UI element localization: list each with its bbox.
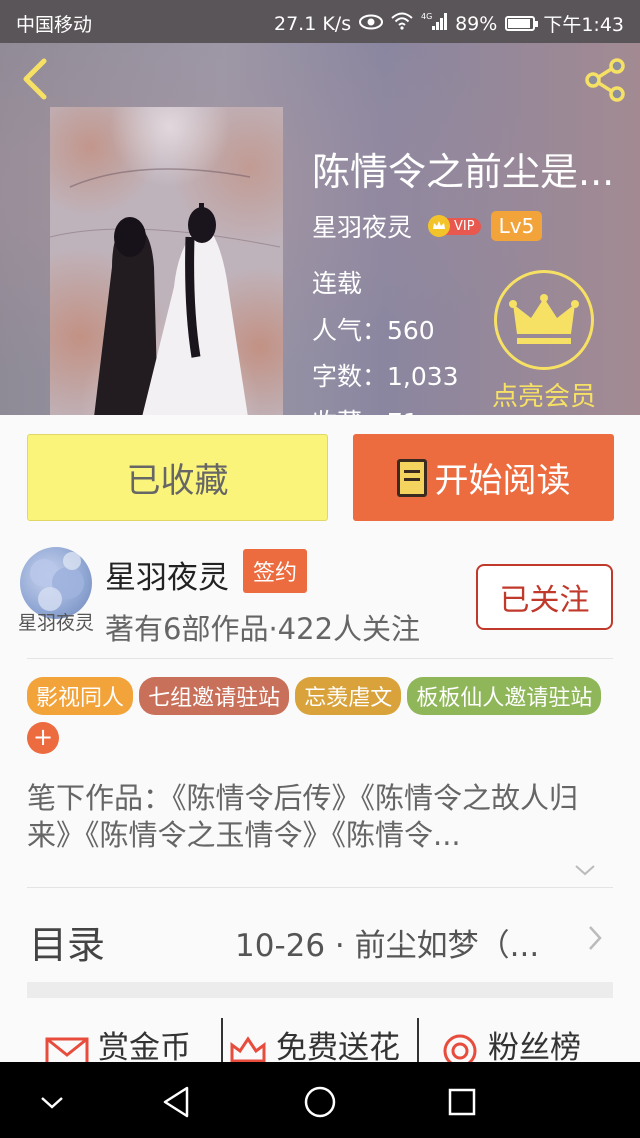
battery-icon <box>505 16 539 31</box>
author-name[interactable]: 星羽夜灵 <box>105 552 229 597</box>
clock: 下午1:43 <box>543 14 624 36</box>
book-cover[interactable] <box>50 107 283 415</box>
start-reading-button[interactable]: 开始阅读 <box>353 434 614 521</box>
home-circle-icon <box>304 1086 336 1118</box>
author-row: 星羽夜灵 VIP Lv5 <box>312 208 543 244</box>
crown-icon <box>494 270 594 370</box>
eye-icon <box>359 13 384 35</box>
vip-label: VIP <box>446 217 481 235</box>
network-speed: 27.1 K/s <box>273 12 352 35</box>
start-reading-label: 开始阅读 <box>434 461 571 501</box>
share-icon <box>585 58 625 102</box>
nav-recents-button[interactable] <box>442 1082 482 1122</box>
level-badge: Lv5 <box>490 211 543 241</box>
status-right: 27.1 K/s 4G 89% 下午1:43 <box>274 10 624 37</box>
back-button[interactable] <box>18 57 54 101</box>
vip-crown-icon <box>428 215 451 237</box>
fans-ranking-label: 粉丝榜 <box>488 1030 581 1062</box>
square-recents-icon <box>448 1088 476 1116</box>
vip-badge: VIP <box>428 215 481 237</box>
carrier-name: 中国移动 <box>16 14 93 36</box>
word-count: 字数：1,033 <box>312 362 459 391</box>
back-icon <box>23 58 47 100</box>
signal-icon: 4G <box>421 11 448 36</box>
toc-title: 目录 <box>29 923 106 967</box>
book-header: 陈情令之前尘是... 星羽夜灵 VIP Lv5 连载 人气：560 字数：1,0… <box>0 43 640 415</box>
serial-status: 连载 <box>312 269 363 298</box>
vip-member-label: 点亮会员 <box>491 382 596 412</box>
network-type: 4G <box>421 12 432 21</box>
battery-percent: 89% <box>455 12 498 35</box>
separator <box>417 1018 419 1062</box>
system-nav-bar <box>0 1062 640 1138</box>
latest-chapter: 10-26 · 前尘如梦（... <box>235 928 540 964</box>
send-flowers-button[interactable]: 免费送花 <box>228 1022 400 1062</box>
add-tag-button[interactable]: + <box>27 722 59 754</box>
vip-member-button[interactable]: 点亮会员 <box>490 270 598 413</box>
bottom-actions: 赏金币 免费送花 粉丝榜 <box>0 1000 640 1062</box>
nav-hide-button[interactable] <box>32 1082 72 1122</box>
favorites-count: 收藏：71 <box>312 403 419 415</box>
target-icon <box>443 1034 477 1062</box>
separator <box>221 1018 223 1062</box>
avatar-caption: 星羽夜灵 <box>18 612 95 634</box>
popularity: 人气：560 <box>312 316 435 345</box>
reward-coins-button[interactable]: 赏金币 <box>44 1022 191 1062</box>
nav-home-button[interactable] <box>300 1082 340 1122</box>
battery-fill <box>508 19 530 28</box>
status-bar: 中国移动 27.1 K/s 4G 89% 下午1:43 <box>0 0 640 43</box>
flower-icon <box>230 1035 266 1062</box>
table-of-contents-row[interactable]: 目录 10-26 · 前尘如梦（... <box>27 890 613 984</box>
author-stats: 著有6部作品·422人关注 <box>105 612 421 646</box>
divider <box>27 658 613 659</box>
fans-ranking-button[interactable]: 粉丝榜 <box>440 1022 581 1062</box>
action-buttons: 已收藏 开始阅读 <box>0 415 640 535</box>
reward-coins-label: 赏金币 <box>98 1030 191 1062</box>
tag-item[interactable]: 板板仙人邀请驻站 <box>407 677 602 715</box>
coin-envelope-icon <box>45 1037 89 1062</box>
book-icon <box>396 458 427 497</box>
triangle-back-icon <box>163 1086 189 1118</box>
cover-illustration <box>50 107 283 415</box>
nav-back-button[interactable] <box>157 1082 197 1122</box>
tag-list: 影视同人 七组邀请驻站 忘羡虐文 板板仙人邀请驻站 + <box>27 677 617 754</box>
tag-item[interactable]: 七组邀请驻站 <box>139 677 290 715</box>
section-gap <box>27 982 613 998</box>
book-title: 陈情令之前尘是... <box>312 150 615 194</box>
send-flowers-label: 免费送花 <box>276 1030 400 1062</box>
chevron-down-icon[interactable] <box>573 860 597 880</box>
favorited-button[interactable]: 已收藏 <box>27 434 328 521</box>
author-works: 笔下作品：《陈情令后传》《陈情令之故人归来》《陈情令之玉情令》《陈情令... <box>27 781 579 852</box>
follow-button[interactable]: 已关注 <box>476 564 613 630</box>
wifi-icon <box>391 12 413 35</box>
header-author-name[interactable]: 星羽夜灵 <box>312 208 412 244</box>
tag-item[interactable]: 忘羡虐文 <box>295 677 402 715</box>
chevron-down-icon <box>41 1097 63 1109</box>
signed-badge: 签约 <box>243 549 308 593</box>
divider <box>27 887 613 888</box>
chevron-right-icon <box>587 924 603 952</box>
share-button[interactable] <box>582 57 628 103</box>
tag-item[interactable]: 影视同人 <box>27 677 134 715</box>
avatar[interactable] <box>20 547 92 619</box>
